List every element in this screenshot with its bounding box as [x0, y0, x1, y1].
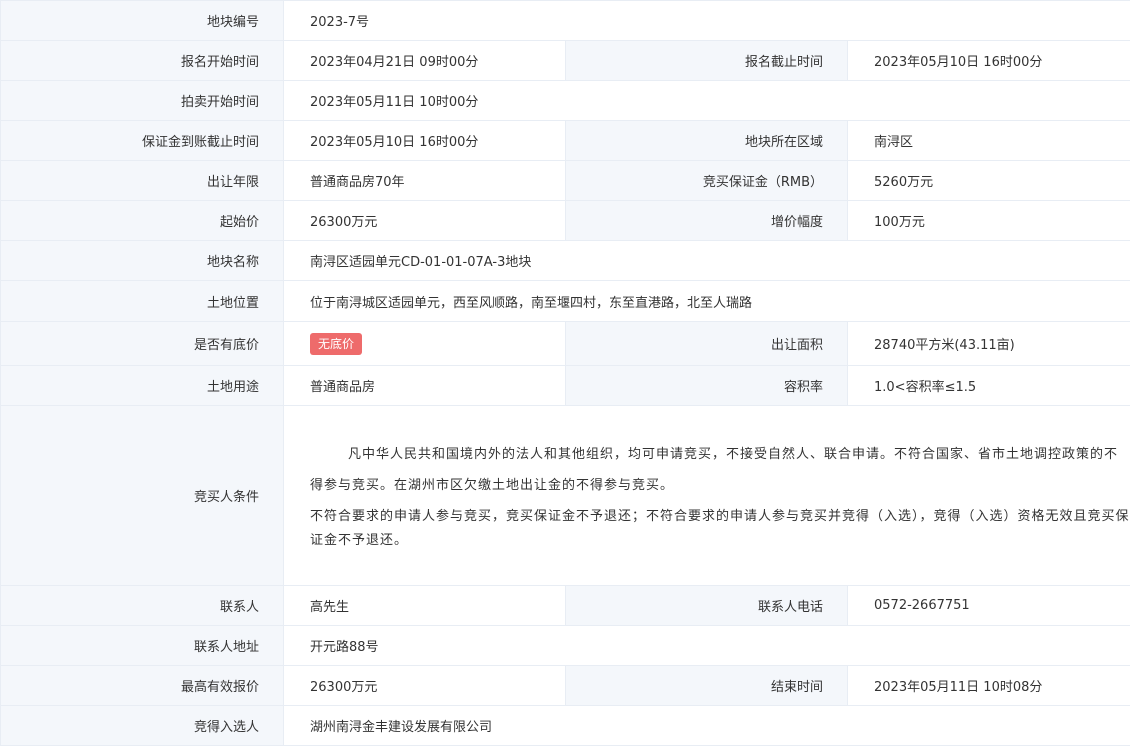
conditions-label: 竞买人条件	[0, 405, 284, 586]
auction-start-label: 拍卖开始时间	[0, 80, 284, 121]
reserve-value: 无底价	[283, 321, 566, 366]
row-winner: 竞得入选人 湖州南浔金丰建设发展有限公司	[0, 705, 1130, 746]
row-price: 起始价 26300万元 增价幅度 100万元	[0, 200, 1130, 241]
row-usage: 土地用途 普通商品房 容积率 1.0<容积率≤1.5	[0, 365, 1130, 406]
row-registration: 报名开始时间 2023年04月21日 09时00分 报名截止时间 2023年05…	[0, 40, 1130, 81]
no-reserve-badge: 无底价	[310, 332, 363, 355]
start-price-value: 26300万元	[283, 200, 566, 241]
term-value: 普通商品房70年	[283, 160, 566, 201]
deposit-deadline-value: 2023年05月10日 16时00分	[283, 120, 566, 161]
reserve-label: 是否有底价	[0, 321, 284, 366]
row-auction-start: 拍卖开始时间 2023年05月11日 10时00分	[0, 80, 1130, 121]
row-conditions: 竞买人条件 凡中华人民共和国境内外的法人和其他组织，均可申请竞买，不接受自然人、…	[0, 405, 1130, 586]
row-plot-no: 地块编号 2023-7号	[0, 0, 1130, 41]
phone-value: 0572-2667751	[846, 585, 1130, 626]
usage-value: 普通商品房	[283, 365, 566, 406]
start-price-label: 起始价	[0, 200, 284, 241]
conditions-paragraph-2: 不符合要求的申请人参与竞买，竞买保证金不予退还；不符合要求的申请人参与竞买并竞得…	[310, 508, 1130, 548]
deposit-label: 竞买保证金（RMB）	[565, 160, 848, 201]
address-label: 联系人地址	[0, 625, 284, 666]
area-value: 28740平方米(43.11亩)	[846, 321, 1130, 366]
location-value: 位于南浔城区适园单元，西至风顺路，南至堰四村，东至直港路，北至人瑞路	[282, 280, 1130, 322]
plot-name-label: 地块名称	[0, 240, 284, 281]
winner-value: 湖州南浔金丰建设发展有限公司	[282, 705, 1130, 746]
location-label: 土地位置	[0, 280, 284, 322]
end-time-label: 结束时间	[565, 665, 848, 706]
deposit-deadline-label: 保证金到账截止时间	[0, 120, 284, 161]
row-contact: 联系人 高先生 联系人电话 0572-2667751	[0, 585, 1130, 626]
area-label: 出让面积	[565, 321, 848, 366]
plot-no-label: 地块编号	[0, 0, 284, 41]
row-plot-name: 地块名称 南浔区适园单元CD-01-01-07A-3地块	[0, 240, 1130, 281]
usage-label: 土地用途	[0, 365, 284, 406]
winner-label: 竞得入选人	[0, 705, 284, 746]
contact-value: 高先生	[283, 585, 566, 626]
max-bid-value: 26300万元	[283, 665, 566, 706]
reg-start-label: 报名开始时间	[0, 40, 284, 81]
reg-start-value: 2023年04月21日 09时00分	[283, 40, 566, 81]
increment-value: 100万元	[846, 200, 1130, 241]
far-value: 1.0<容积率≤1.5	[846, 365, 1130, 406]
region-value: 南浔区	[846, 120, 1130, 161]
far-label: 容积率	[565, 365, 848, 406]
deposit-value: 5260万元	[846, 160, 1130, 201]
conditions-paragraph-1: 凡中华人民共和国境内外的法人和其他组织，均可申请竞买，不接受自然人、联合申请。不…	[310, 446, 1119, 493]
row-location: 土地位置 位于南浔城区适园单元，西至风顺路，南至堰四村，东至直港路，北至人瑞路	[0, 280, 1130, 322]
row-address: 联系人地址 开元路88号	[0, 625, 1130, 666]
term-label: 出让年限	[0, 160, 284, 201]
row-term: 出让年限 普通商品房70年 竞买保证金（RMB） 5260万元	[0, 160, 1130, 201]
address-value: 开元路88号	[282, 625, 1130, 666]
reg-end-value: 2023年05月10日 16时00分	[846, 40, 1130, 81]
max-bid-label: 最高有效报价	[0, 665, 284, 706]
contact-label: 联系人	[0, 585, 284, 626]
plot-name-value: 南浔区适园单元CD-01-01-07A-3地块	[282, 240, 1130, 281]
plot-no-value: 2023-7号	[282, 0, 1130, 41]
row-max-bid: 最高有效报价 26300万元 结束时间 2023年05月11日 10时08分	[0, 665, 1130, 706]
end-time-value: 2023年05月11日 10时08分	[846, 665, 1130, 706]
reg-end-label: 报名截止时间	[565, 40, 848, 81]
row-reserve: 是否有底价 无底价 出让面积 28740平方米(43.11亩)	[0, 321, 1130, 366]
conditions-text: 凡中华人民共和国境内外的法人和其他组织，均可申请竞买，不接受自然人、联合申请。不…	[282, 405, 1130, 586]
phone-label: 联系人电话	[565, 585, 848, 626]
land-info-table: 地块编号 2023-7号 报名开始时间 2023年04月21日 09时00分 报…	[0, 0, 1130, 746]
row-deposit-deadline: 保证金到账截止时间 2023年05月10日 16时00分 地块所在区域 南浔区	[0, 120, 1130, 161]
region-label: 地块所在区域	[565, 120, 848, 161]
auction-start-value: 2023年05月11日 10时00分	[282, 80, 1130, 121]
increment-label: 增价幅度	[565, 200, 848, 241]
